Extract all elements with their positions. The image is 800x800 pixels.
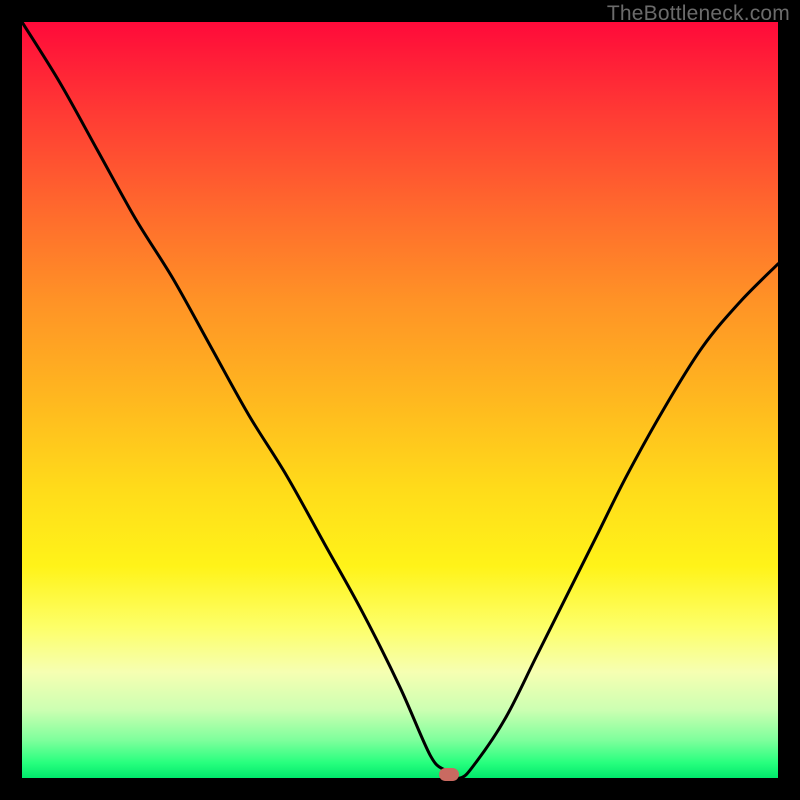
curve-path xyxy=(22,22,778,778)
bottleneck-curve xyxy=(22,22,778,778)
plot-area xyxy=(22,22,778,778)
chart-frame: TheBottleneck.com xyxy=(0,0,800,800)
optimal-point-marker xyxy=(439,768,459,781)
watermark-text: TheBottleneck.com xyxy=(607,2,790,26)
